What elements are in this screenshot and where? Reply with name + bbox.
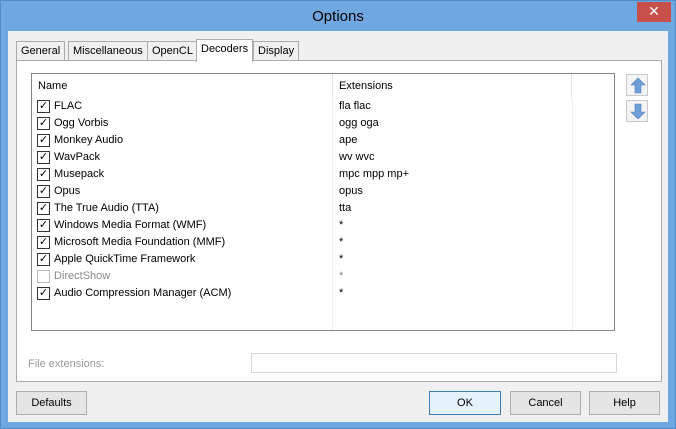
- decoder-extensions: tta: [339, 202, 352, 214]
- decoder-extensions: *: [339, 287, 344, 299]
- decoders-panel: Name Extensions ✓ FLAC fla flac ✓ Ogg Vorbis…: [16, 60, 662, 382]
- decoder-name: Apple QuickTime Framework: [54, 253, 196, 265]
- decoder-extensions: fla flac: [339, 100, 371, 112]
- decoder-name: WavPack: [54, 151, 101, 163]
- tab-general[interactable]: General: [16, 41, 66, 61]
- options-window: Options ✕ General Miscellaneous OpenCL D…: [0, 0, 676, 429]
- checkbox-checked[interactable]: ✓: [37, 287, 50, 300]
- checkbox-checked[interactable]: ✓: [37, 219, 50, 232]
- checkbox-checked[interactable]: ✓: [37, 185, 50, 198]
- checkbox-checked[interactable]: ✓: [37, 100, 50, 113]
- close-icon: ✕: [648, 3, 660, 19]
- list-item[interactable]: ✓ Musepack mpc mpp mp+: [32, 166, 614, 183]
- checkbox-checked[interactable]: ✓: [37, 117, 50, 130]
- window-title: Options: [312, 8, 364, 25]
- list-item[interactable]: ✓ Microsoft Media Foundation (MMF) *: [32, 234, 614, 251]
- move-down-button[interactable]: [626, 100, 648, 122]
- decoder-extensions: *: [339, 236, 344, 248]
- decoder-extensions: ape: [339, 134, 358, 146]
- tab-miscellaneous[interactable]: Miscellaneous: [68, 41, 148, 61]
- file-extensions-label: File extensions:: [28, 358, 105, 370]
- checkbox-checked[interactable]: ✓: [37, 253, 50, 266]
- arrow-up-icon: [630, 77, 646, 94]
- decoder-extensions: mpc mpp mp+: [339, 168, 409, 180]
- ok-button[interactable]: OK: [429, 391, 501, 415]
- checkbox-checked[interactable]: ✓: [37, 151, 50, 164]
- list-item[interactable]: ✓ Windows Media Format (WMF) *: [32, 217, 614, 234]
- column-header-name[interactable]: Name: [32, 74, 333, 98]
- move-up-button[interactable]: [626, 74, 648, 96]
- list-item[interactable]: ✓ Ogg Vorbis ogg oga: [32, 115, 614, 132]
- help-button[interactable]: Help: [589, 391, 660, 415]
- list-item[interactable]: ✓ Opus opus: [32, 183, 614, 200]
- decoder-name: FLAC: [54, 100, 83, 112]
- decoder-name: The True Audio (TTA): [54, 202, 159, 214]
- column-header-extensions[interactable]: Extensions: [333, 74, 572, 98]
- decoder-name: Microsoft Media Foundation (MMF): [54, 236, 226, 248]
- decoder-extensions: *: [339, 253, 344, 265]
- list-header: Name Extensions: [32, 74, 614, 98]
- checkbox-checked[interactable]: ✓: [37, 202, 50, 215]
- decoder-name: Ogg Vorbis: [54, 117, 109, 129]
- decoder-name: Audio Compression Manager (ACM): [54, 287, 232, 299]
- decoder-extensions: *: [339, 219, 344, 231]
- title-bar[interactable]: Options ✕: [1, 1, 675, 31]
- checkbox-unchecked[interactable]: [37, 270, 50, 283]
- decoder-extensions: ogg oga: [339, 117, 379, 129]
- tab-display[interactable]: Display: [253, 41, 300, 61]
- decoder-extensions: opus: [339, 185, 363, 197]
- decoder-name: DirectShow: [54, 270, 111, 282]
- defaults-button[interactable]: Defaults: [16, 391, 87, 415]
- list-item[interactable]: ✓ Apple QuickTime Framework *: [32, 251, 614, 268]
- list-item[interactable]: ✓ FLAC fla flac: [32, 98, 614, 115]
- list-item[interactable]: ✓ WavPack wv wvc: [32, 149, 614, 166]
- list-item[interactable]: ✓ The True Audio (TTA) tta: [32, 200, 614, 217]
- decoder-name: Monkey Audio: [54, 134, 124, 146]
- tab-decoders[interactable]: Decoders: [196, 39, 254, 62]
- decoder-list[interactable]: Name Extensions ✓ FLAC fla flac ✓ Ogg Vorbis…: [31, 73, 615, 331]
- list-item[interactable]: ✓ Audio Compression Manager (ACM) *: [32, 285, 614, 302]
- decoder-name: Musepack: [54, 168, 105, 180]
- arrow-down-icon: [630, 103, 646, 120]
- checkbox-checked[interactable]: ✓: [37, 134, 50, 147]
- decoder-name: Windows Media Format (WMF): [54, 219, 207, 231]
- decoder-rows: ✓ FLAC fla flac ✓ Ogg Vorbis ogg oga ✓ Monkey A…: [32, 98, 614, 302]
- tab-opencl[interactable]: OpenCL: [147, 41, 198, 61]
- file-extensions-field[interactable]: [251, 353, 617, 373]
- checkbox-checked[interactable]: ✓: [37, 236, 50, 249]
- checkbox-checked[interactable]: ✓: [37, 168, 50, 181]
- list-item[interactable]: DirectShow *: [32, 268, 614, 285]
- decoder-name: Opus: [54, 185, 81, 197]
- cancel-button[interactable]: Cancel: [510, 391, 581, 415]
- list-item[interactable]: ✓ Monkey Audio ape: [32, 132, 614, 149]
- close-button[interactable]: ✕: [637, 2, 671, 22]
- dialog-body: General Miscellaneous OpenCL Decoders Di…: [8, 31, 668, 422]
- decoder-extensions: *: [339, 270, 344, 282]
- decoder-extensions: wv wvc: [339, 151, 375, 163]
